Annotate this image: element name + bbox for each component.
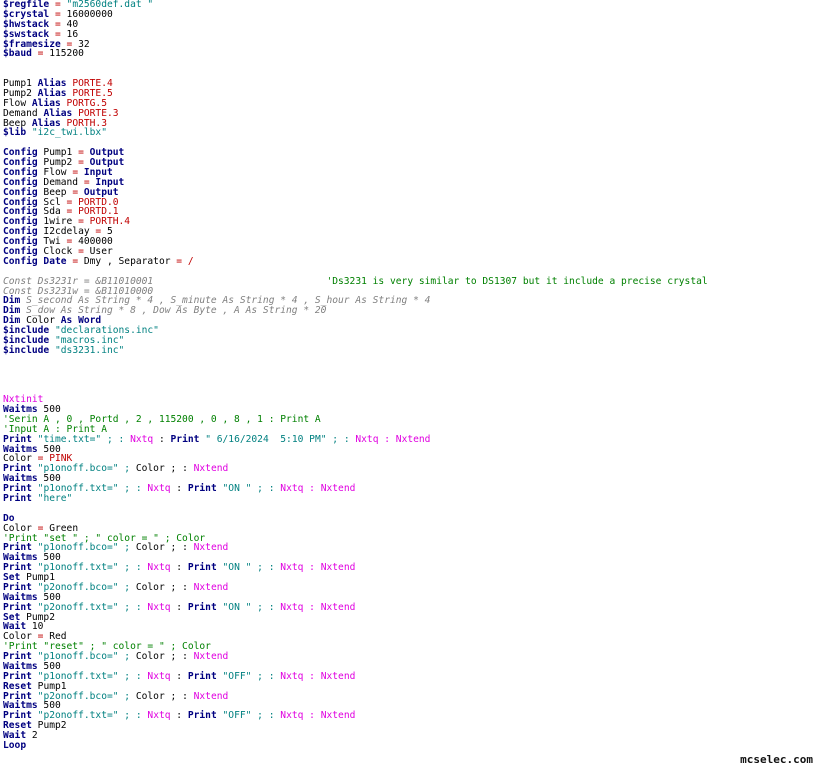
code-token: "OFF" ; :	[216, 670, 281, 682]
code-line[interactable]: $include "ds3231.inc"	[3, 344, 125, 356]
code-token: Print	[187, 483, 217, 495]
code-token: Print	[187, 601, 217, 613]
code-token: Color ; :	[135, 463, 194, 475]
code-token: "ON " ; :	[216, 562, 281, 574]
code-token: Config Date	[3, 255, 67, 267]
code-token: Print	[187, 562, 217, 574]
code-token: = /	[176, 255, 194, 267]
code-token: Color ; :	[135, 690, 194, 702]
code-token: "i2c_twi.lbx"	[26, 127, 107, 139]
code-token: "ON " ; :	[216, 601, 281, 613]
code-token: =	[31, 48, 50, 60]
code-token: Color ; :	[135, 581, 194, 593]
code-token: "OFF" ; :	[216, 710, 281, 722]
code-editor[interactable]: $regfile = "m2560def.dat " $crystal = 160…	[3, 0, 818, 752]
code-token: Nxtq	[147, 483, 171, 495]
code-token: $baud	[3, 48, 32, 60]
code-token: =	[66, 255, 84, 267]
code-token: Loop	[3, 740, 27, 751]
code-token: Nxtq	[147, 601, 171, 613]
code-token: Nxtend	[193, 651, 229, 663]
code-token: 2	[26, 730, 38, 742]
code-token: " 6/16/2024 5:10 PM" ; :	[199, 433, 356, 445]
code-token: Dmy , Separator	[83, 255, 177, 267]
code-token: "here"	[31, 493, 73, 504]
code-token: Nxtq : Nxtend	[280, 601, 356, 613]
code-token: Nxtend	[193, 581, 229, 593]
code-token: Nxtend	[193, 463, 229, 475]
code-token: :	[170, 710, 188, 722]
code-token: :	[170, 562, 188, 574]
code-token: :	[170, 601, 188, 613]
watermark: mcselec.com	[740, 753, 813, 766]
code-token: Print	[170, 433, 200, 445]
code-token: Nxtq	[130, 433, 154, 445]
code-token: Print	[3, 493, 32, 504]
code-token: Nxtq	[147, 562, 171, 574]
code-token: Nxtq : Nxtend	[280, 670, 356, 682]
code-line[interactable]: Print "p2onoff.txt=" ; : Nxtq : Print "O…	[3, 601, 356, 613]
code-token: Nxtq : Nxtend	[280, 562, 356, 574]
code-line[interactable]: Print "here"	[3, 494, 72, 504]
code-token: $lib	[3, 127, 27, 139]
code-token: $include	[3, 344, 50, 356]
code-token: 115200	[49, 48, 84, 60]
code-token: Print	[187, 670, 217, 682]
code-line[interactable]: Print "time.txt=" ; : Nxtq : Print " 6/1…	[3, 433, 431, 445]
code-token: Nxtq : Nxtend	[280, 710, 356, 722]
code-line[interactable]: $lib "i2c_twi.lbx"	[3, 128, 107, 138]
code-token: :	[153, 433, 171, 445]
code-token: Nxtend	[193, 690, 229, 702]
code-token: Nxtq : Nxtend	[355, 433, 431, 445]
code-token: Nxtq : Nxtend	[280, 483, 356, 495]
code-line[interactable]: Loop	[3, 741, 26, 751]
code-token: Print	[187, 710, 217, 722]
code-token: "ds3231.inc"	[49, 344, 125, 356]
code-token: 'Ds3231 is very similar to DS1307 but it…	[326, 275, 708, 287]
code-token: Nxtq	[147, 710, 171, 722]
code-token: "ON " ; :	[216, 483, 281, 495]
code-token: Nxtend	[193, 542, 229, 554]
code-token: :	[170, 670, 188, 682]
code-line[interactable]: Print "p1onoff.txt=" ; : Nxtq : Print "O…	[3, 563, 355, 573]
code-token: Nxtq	[147, 670, 171, 682]
code-line[interactable]: Config Date = Dmy , Separator = /	[3, 255, 194, 267]
code-token: Color ; :	[135, 651, 194, 663]
code-token: :	[170, 483, 188, 495]
code-line[interactable]: $baud = 115200	[3, 49, 84, 59]
code-token: Color ; :	[135, 542, 194, 554]
